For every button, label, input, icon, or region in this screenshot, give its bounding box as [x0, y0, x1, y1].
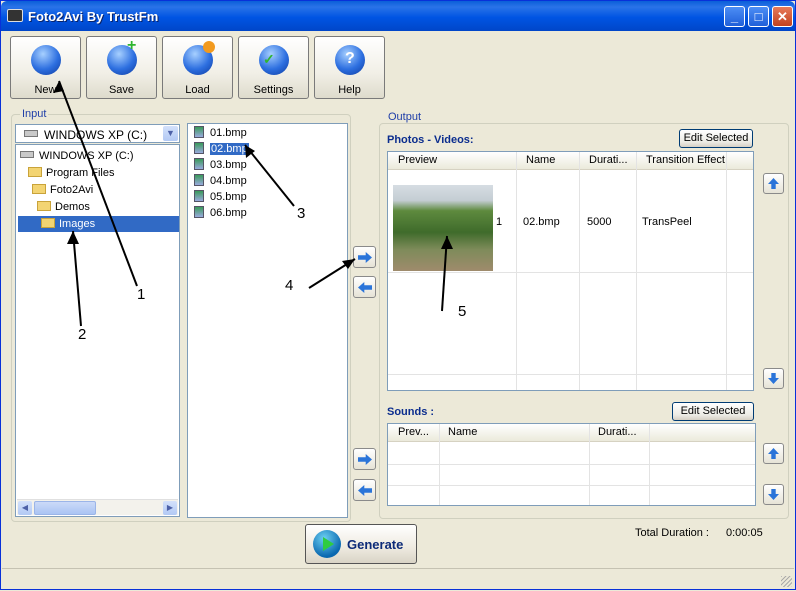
arrow-3-line [244, 144, 295, 207]
annotation-1: 1 [137, 286, 146, 303]
annotation-4: 4 [285, 277, 294, 294]
arrow-4-head [342, 259, 355, 269]
annotation-3: 3 [297, 205, 306, 222]
annotation-5: 5 [458, 303, 467, 320]
arrow-2-line [72, 230, 82, 327]
arrow-2-head [67, 231, 79, 244]
annotation-2: 2 [78, 326, 87, 343]
annotation-arrows [53, 80, 453, 327]
app-window: Foto2Avi By TrustFm _ □ ✕ New + Save Loa… [0, 0, 796, 590]
arrow-1-line [58, 80, 138, 287]
arrow-5-head [441, 236, 453, 249]
